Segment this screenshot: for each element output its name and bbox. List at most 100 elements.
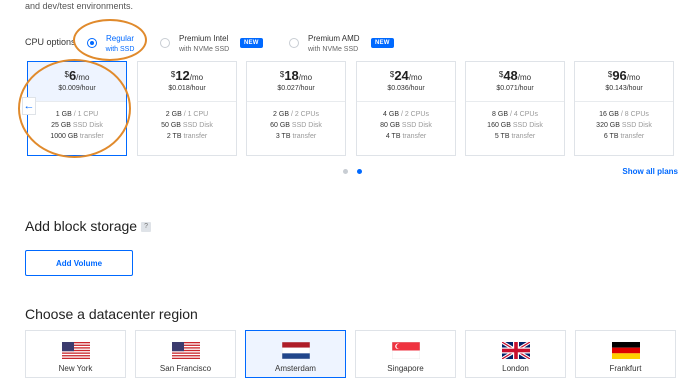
carousel-prev-button[interactable]: ← [22, 97, 36, 115]
cpu-option-premium-intel[interactable]: Premium Intel with NVMe SSD NEW [160, 33, 270, 57]
plan-price-area: $6/mo $0.009/hour [28, 62, 126, 102]
nl-flag-icon [281, 341, 311, 360]
plan-memory: 1 GB [55, 111, 72, 118]
plan-cpu: / 2 CPUs [400, 111, 429, 118]
radio-premium-amd[interactable] [289, 38, 299, 48]
add-volume-button[interactable]: Add Volume [25, 250, 133, 276]
plan-price-value: 24 [394, 68, 409, 83]
plan-price-value: 12 [175, 68, 190, 83]
cpu-option-intel-subtitle: with NVMe SSD [179, 46, 230, 53]
cpu-option-premium-amd[interactable]: Premium AMD with NVMe SSD NEW [289, 33, 399, 57]
plan-disk-label: SSD Disk [182, 122, 213, 129]
plan-currency: $ [607, 70, 613, 79]
region-card[interactable]: New York [25, 330, 126, 378]
region-card[interactable]: San Francisco [135, 330, 236, 378]
plan-currency: $ [279, 70, 285, 79]
plan-price-value: 48 [503, 68, 518, 83]
plan-price-per: /mo [626, 73, 641, 82]
plan-card[interactable]: $48/mo $0.071/hour 8 GB / 4 CPUs 160 GB SSD… [465, 61, 565, 156]
region-name: Amsterdam [275, 364, 316, 373]
plan-specs: 2 GB / 1 CPU 50 GB SSD Disk 2 TB transfer [138, 109, 236, 142]
plan-price-per: /mo [408, 73, 423, 82]
plan-transfer-label: transfer [402, 133, 427, 140]
de-flag-icon [612, 342, 640, 359]
plan-memory: 2 GB [165, 111, 182, 118]
plan-disk-label: SSD Disk [291, 122, 322, 129]
plan-memory: 16 GB [599, 111, 619, 118]
region-name: San Francisco [159, 364, 212, 373]
plan-price-area: $48/mo $0.071/hour [466, 62, 564, 102]
plan-card[interactable]: $12/mo $0.018/hour 2 GB / 1 CPU 50 GB SSD D… [137, 61, 237, 156]
plan-price-area: $12/mo $0.018/hour [138, 62, 236, 102]
plan-specs: 1 GB / 1 CPU 25 GB SSD Disk 1000 GB transf… [28, 109, 126, 142]
show-all-plans-link[interactable]: Show all plans [622, 167, 678, 176]
plan-price-per: /mo [76, 73, 90, 82]
plan-transfer-label: transfer [620, 133, 645, 140]
region-name: London [502, 364, 529, 373]
plan-transfer-label: transfer [511, 133, 536, 140]
plan-price-area: $18/mo $0.027/hour [247, 62, 345, 102]
plan-currency: $ [498, 70, 504, 79]
plan-card[interactable]: $6/mo $0.009/hour 1 GB / 1 CPU 25 GB SSD Di… [27, 61, 127, 156]
plan-cpu: / 2 CPUs [290, 111, 319, 118]
plan-price-per: /mo [517, 73, 532, 82]
plan-price-area: $96/mo $0.143/hour [575, 62, 673, 102]
arrow-left-icon: ← [23, 100, 35, 112]
plan-hourly: $0.009/hour [58, 85, 96, 92]
cpu-option-regular[interactable]: Regular with SSD [85, 33, 140, 57]
plan-card[interactable]: $96/mo $0.143/hour 16 GB / 8 CPUs 320 GB SS… [574, 61, 674, 156]
plan-specs: 2 GB / 2 CPUs 60 GB SSD Disk 3 TB transfer [247, 109, 345, 142]
plan-transfer: 1000 GB [50, 133, 78, 140]
region-card[interactable]: Amsterdam [245, 330, 346, 378]
plan-disk-label: SSD Disk [401, 122, 432, 129]
plan-price: $24/mo [357, 68, 455, 83]
cpu-options-label: CPU options [25, 37, 76, 47]
plan-price: $48/mo [466, 68, 564, 83]
help-icon[interactable]: ? [141, 222, 152, 233]
carousel-dot-2[interactable] [357, 169, 362, 174]
plan-price: $96/mo [575, 68, 673, 83]
plan-memory: 2 GB [273, 111, 289, 118]
plan-currency: $ [389, 70, 395, 79]
cpu-option-amd-title: Premium AMD [308, 34, 360, 43]
region-card[interactable]: London [465, 330, 566, 378]
plan-disk-label: SSD Disk [512, 122, 543, 129]
plan-price: $12/mo [138, 68, 236, 83]
plan-price-per: /mo [189, 73, 204, 82]
plan-price-per: /mo [298, 73, 313, 82]
radio-regular[interactable] [87, 38, 97, 48]
plan-specs: 4 GB / 2 CPUs 80 GB SSD Disk 4 TB transfer [357, 109, 455, 142]
datacenter-title: Choose a datacenter region [25, 306, 198, 322]
plan-price-value: 18 [284, 68, 299, 83]
block-storage-title-text: Add block storage [25, 218, 138, 234]
plan-card[interactable]: $18/mo $0.027/hour 2 GB / 2 CPUs 60 GB SSD … [246, 61, 346, 156]
plan-card[interactable]: $24/mo $0.036/hour 4 GB / 2 CPUs 80 GB SSD … [356, 61, 456, 156]
region-card[interactable]: Frankfurt [575, 330, 676, 378]
plan-disk-label: SSD Disk [72, 122, 103, 129]
plan-hourly: $0.027/hour [277, 85, 315, 92]
plan-price: $18/mo [247, 68, 345, 83]
new-badge: NEW [240, 38, 263, 48]
plan-disk-label: SSD Disk [621, 122, 652, 129]
region-name: Frankfurt [609, 364, 642, 373]
intro-text: and dev/test environments. [25, 1, 134, 11]
plan-currency: $ [64, 70, 69, 79]
radio-premium-intel[interactable] [160, 38, 170, 48]
new-badge: NEW [371, 38, 394, 48]
plan-cpu: / 1 CPU [73, 111, 99, 118]
region-card[interactable]: Singapore [355, 330, 456, 378]
block-storage-title: Add block storage? [25, 218, 152, 234]
region-name: Singapore [387, 364, 424, 373]
plan-disk: 160 GB [487, 122, 511, 129]
plan-cpu: / 1 CPU [183, 111, 209, 118]
plan-memory: 4 GB [383, 111, 399, 118]
sg-flag-icon [391, 341, 421, 360]
plan-transfer: 4 TB [385, 133, 401, 140]
plan-transfer: 5 TB [494, 133, 510, 140]
plan-memory: 8 GB [492, 111, 508, 118]
plan-currency: $ [170, 70, 176, 79]
cpu-option-regular-subtitle: with SSD [105, 46, 135, 53]
plan-disk: 80 GB [380, 122, 400, 129]
carousel-dot-1[interactable] [343, 169, 348, 174]
plan-transfer-label: transfer [292, 133, 317, 140]
